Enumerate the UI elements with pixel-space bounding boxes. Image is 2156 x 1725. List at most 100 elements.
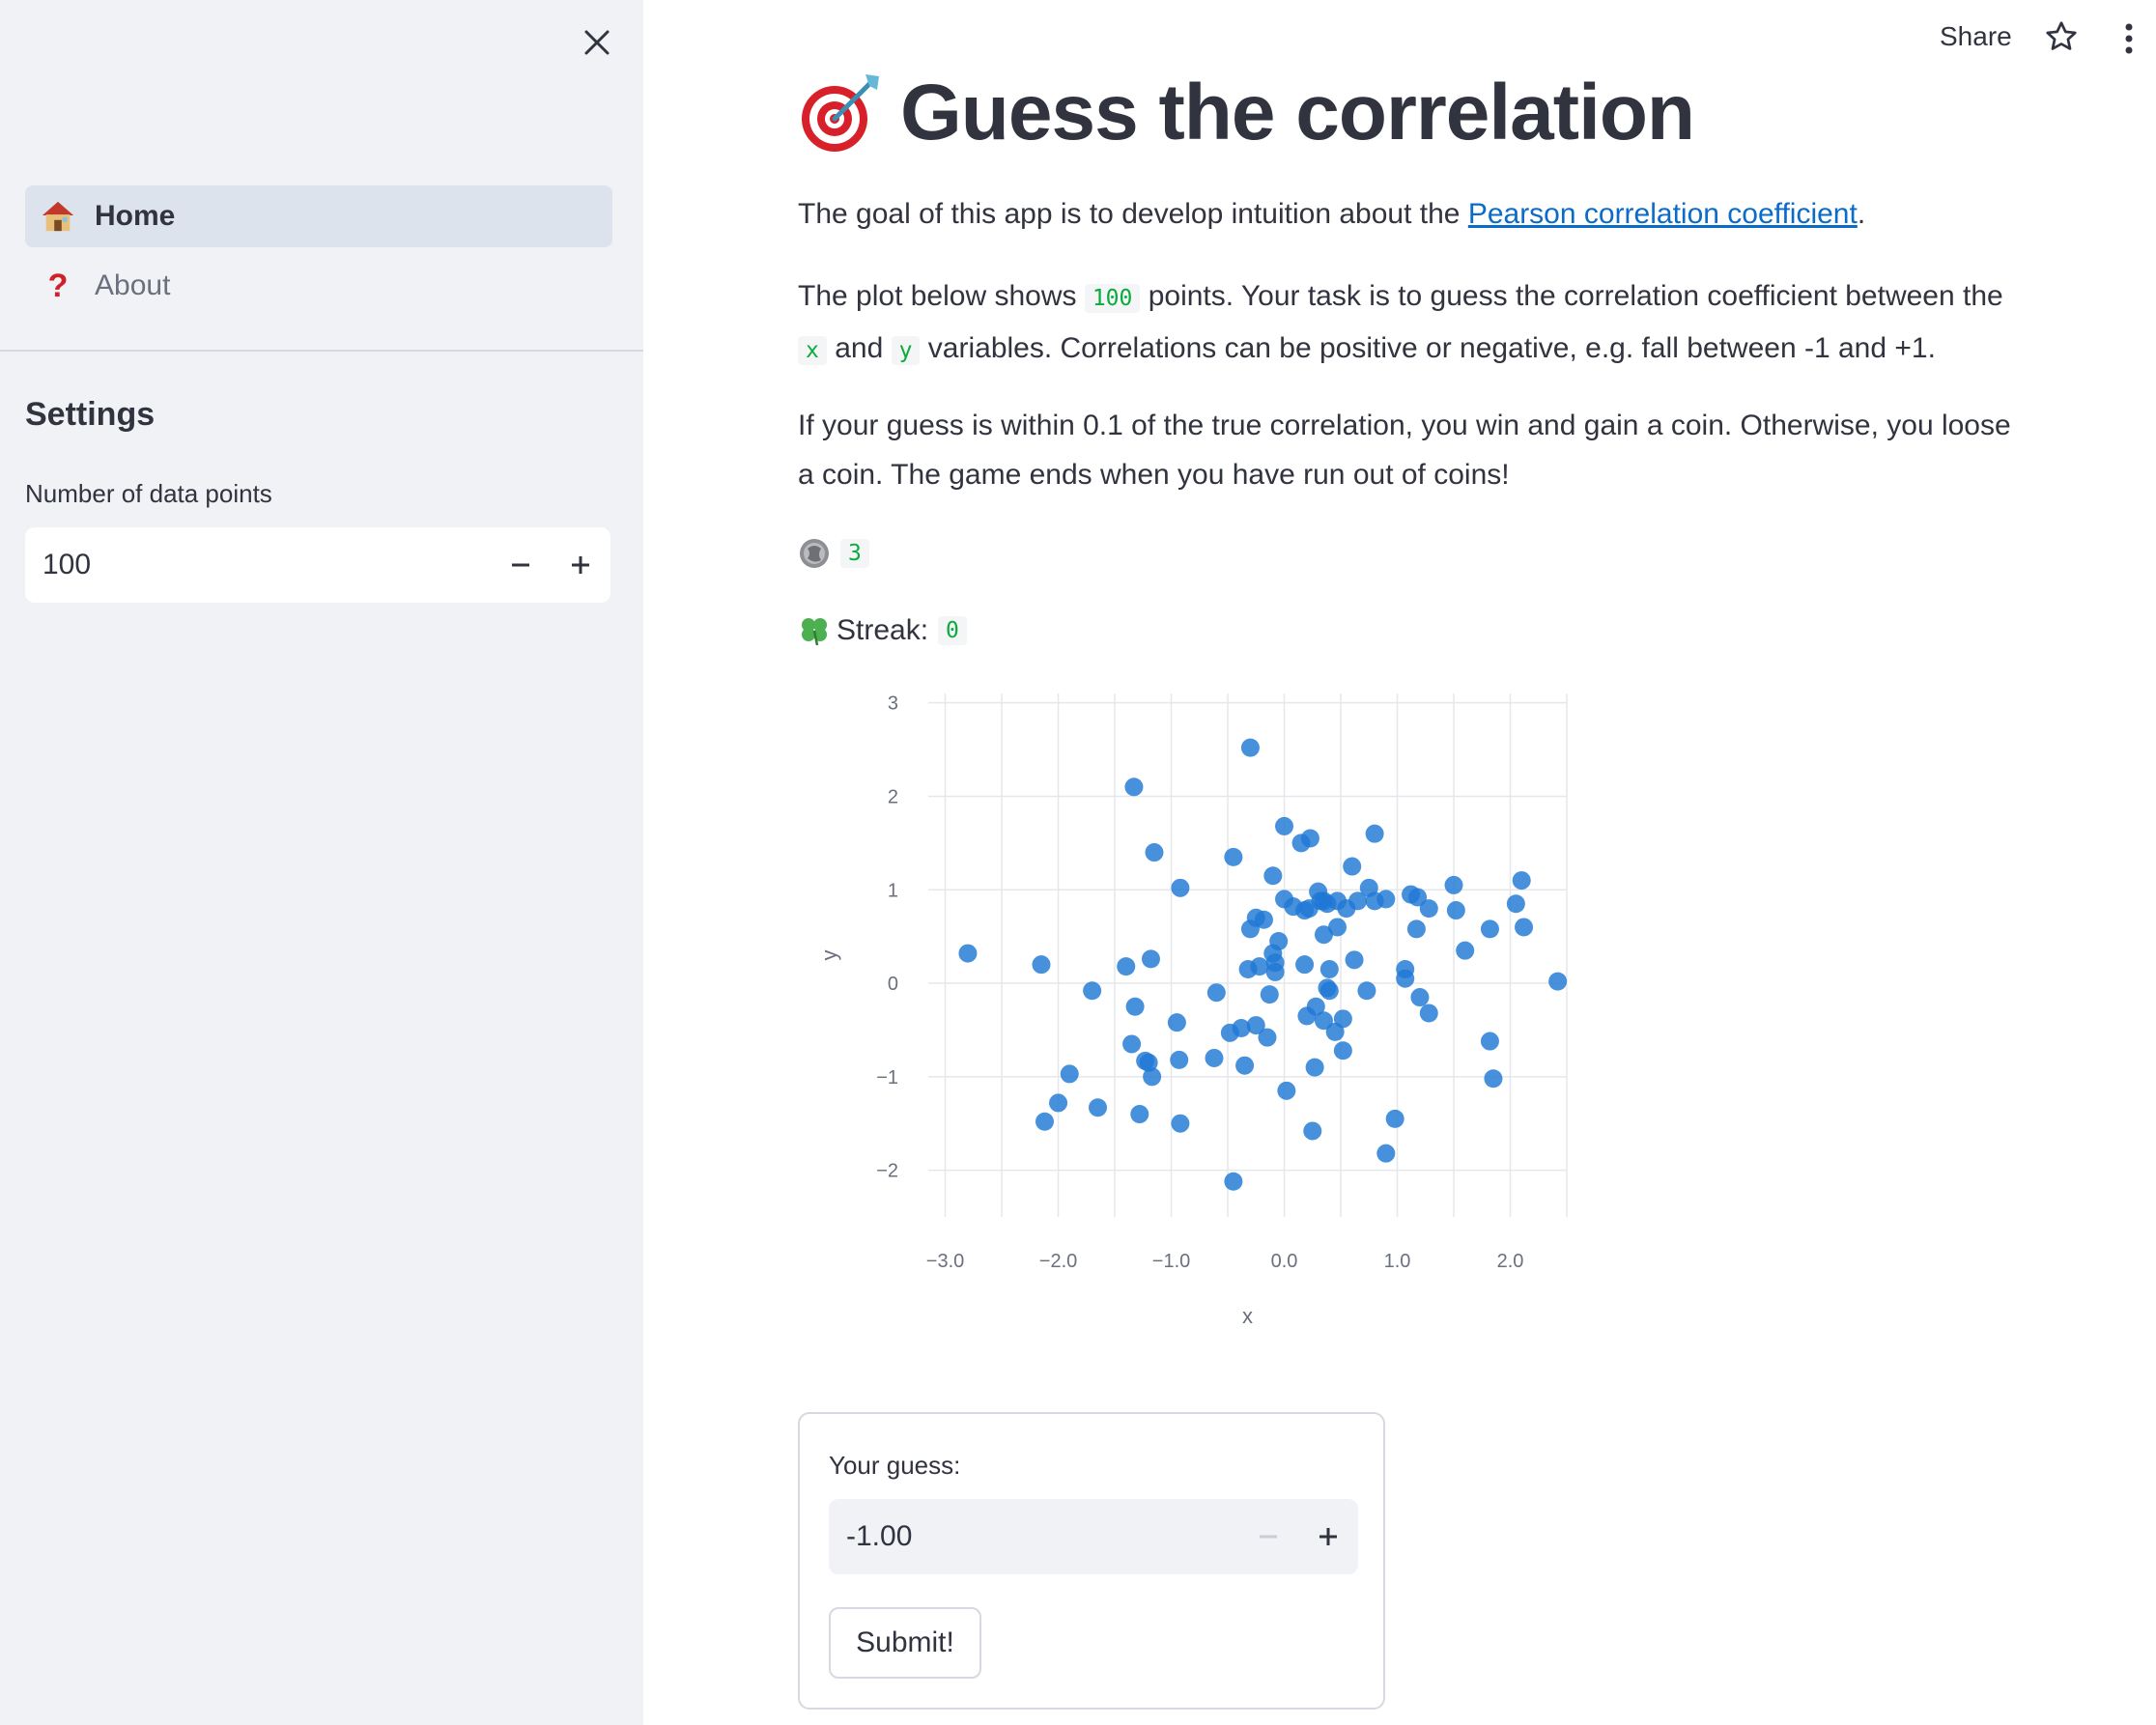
plus-icon: [1319, 1528, 1337, 1545]
x-tick-label: 2.0: [1497, 1251, 1524, 1272]
data-point: [1224, 847, 1243, 866]
share-button[interactable]: Share: [1940, 21, 2012, 52]
data-point: [1206, 983, 1226, 1003]
main-menu-button[interactable]: [2121, 19, 2137, 63]
sidebar-divider: [0, 350, 643, 352]
pearson-link[interactable]: Pearson correlation coefficient: [1468, 198, 1858, 230]
data-point: [1333, 1009, 1352, 1029]
close-icon: [584, 30, 610, 55]
coin-icon: [800, 539, 829, 568]
plus-icon: [572, 556, 589, 574]
data-point: [1333, 1041, 1352, 1060]
data-point: [1319, 960, 1339, 979]
four-leaf-clover-icon: [802, 618, 827, 646]
streak-counter: Streak: 0: [798, 614, 967, 647]
y-tick-label: 0: [888, 974, 898, 995]
data-point: [1444, 875, 1463, 894]
nav-item-about[interactable]: ? About: [25, 255, 612, 317]
data-point: [1235, 1056, 1255, 1075]
task-text-4: variables. Correlations can be positive …: [920, 332, 1936, 364]
data-point: [1512, 871, 1531, 891]
y-tick-label: 1: [888, 880, 898, 901]
x-tick-label: −3.0: [926, 1251, 964, 1272]
data-point: [1300, 829, 1319, 848]
data-point: [1515, 918, 1534, 937]
data-point: [1032, 955, 1051, 975]
minus-icon: [1260, 1535, 1277, 1539]
data-point: [1125, 997, 1145, 1016]
data-point: [1376, 1144, 1396, 1163]
task-paragraph: The plot below shows 100 points. Your ta…: [798, 271, 2025, 376]
data-point: [1305, 1058, 1324, 1077]
data-point: [1141, 949, 1160, 969]
data-point: [1365, 824, 1384, 843]
data-point: [1275, 816, 1294, 835]
data-point: [1170, 1050, 1189, 1069]
page-title: Guess the correlation: [900, 69, 1695, 156]
data-point: [1419, 899, 1438, 919]
data-point: [1406, 919, 1426, 939]
data-point: [1035, 1112, 1055, 1131]
star-button[interactable]: [2044, 19, 2079, 59]
data-point: [1049, 1093, 1068, 1113]
x-tick-label: 1.0: [1384, 1251, 1411, 1272]
points-count-code: 100: [1084, 284, 1141, 313]
data-point: [958, 944, 978, 963]
data-point: [1277, 1081, 1296, 1100]
x-tick-label: −1.0: [1152, 1251, 1190, 1272]
data-point: [1224, 1172, 1243, 1191]
data-point: [1263, 866, 1283, 886]
data-point: [1319, 981, 1339, 1001]
guess-decrement-button[interactable]: [1238, 1499, 1298, 1574]
submit-button[interactable]: Submit!: [829, 1607, 981, 1679]
guess-input[interactable]: -1.00: [829, 1499, 1358, 1574]
intro-suffix: .: [1857, 198, 1866, 230]
data-point: [1480, 919, 1499, 939]
data-point: [1171, 878, 1190, 897]
guess-value[interactable]: -1.00: [846, 1520, 1238, 1553]
page-title-row: Guess the correlation: [798, 68, 1695, 158]
data-point: [1240, 738, 1260, 757]
y-tick-label: 3: [888, 693, 898, 715]
data-point: [1130, 1105, 1149, 1124]
data-point: [1328, 918, 1348, 937]
sidebar: Home ? About Settings Number of data poi…: [0, 0, 643, 1725]
data-point: [1258, 1028, 1277, 1047]
data-points-input[interactable]: 100: [25, 527, 610, 603]
data-point: [1484, 1069, 1503, 1089]
data-point: [1456, 941, 1475, 960]
data-point: [1345, 950, 1364, 970]
increment-button[interactable]: [551, 527, 610, 603]
house-icon: [41, 199, 75, 234]
decrement-button[interactable]: [491, 527, 551, 603]
rules-paragraph: If your guess is within 0.1 of the true …: [798, 410, 2011, 491]
guess-increment-button[interactable]: [1298, 1499, 1358, 1574]
data-point: [1171, 1114, 1190, 1133]
y-tick-label: −1: [876, 1067, 898, 1089]
data-points-label: Number of data points: [25, 479, 272, 508]
x-variable-code: x: [798, 336, 827, 365]
coins-value: 3: [840, 539, 869, 568]
data-point: [1446, 901, 1465, 920]
data-point: [1343, 857, 1362, 876]
data-point: [1410, 988, 1430, 1007]
data-point: [1396, 969, 1415, 988]
data-point: [1060, 1064, 1079, 1084]
nav-item-home[interactable]: Home: [25, 185, 612, 247]
data-point: [1295, 955, 1315, 975]
data-point: [1083, 981, 1102, 1001]
y-tick-label: 2: [888, 786, 898, 807]
data-point: [1250, 957, 1269, 976]
task-text-3: and: [826, 332, 892, 364]
guess-label: Your guess:: [829, 1451, 961, 1480]
data-point: [1254, 910, 1273, 929]
close-sidebar-button[interactable]: [578, 23, 616, 62]
data-points-value[interactable]: 100: [43, 549, 491, 581]
data-point: [1145, 843, 1164, 862]
data-point: [1376, 890, 1396, 909]
question-mark-icon: ?: [47, 268, 69, 304]
minus-icon: [512, 563, 529, 567]
data-point: [1167, 1013, 1186, 1032]
settings-title: Settings: [25, 396, 156, 433]
data-point: [1265, 953, 1285, 973]
